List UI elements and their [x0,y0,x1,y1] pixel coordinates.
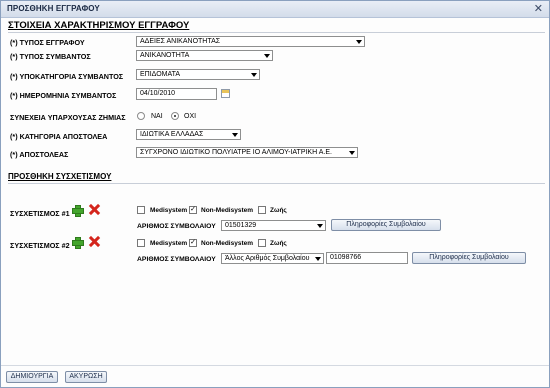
doc-type-value: ΑΔΕΙΕΣ ΑΝΙΚΑΝΟΤΗΤΑΣ [140,38,221,45]
contract-number-label: ΑΡΙΘΜΟΣ ΣΥΜΒΟΛΑΙΟΥ [137,223,216,230]
contract-info-button[interactable]: Πληροφορίες Συμβολαίου [412,252,526,264]
non-medisystem-label: Non-Medisystem [201,207,254,214]
sender-value: ΣΥΓΧΡΟΝΟ ΙΔΙΩΤΙΚΟ ΠΟΛΥΙΑΤΡΕ ΙΟ ΑΛΙΜΟΥ-ΙΑ… [140,149,332,156]
contract-number-value: 01501329 [225,222,257,229]
link-1-label: ΣΥΣΧΕΤΙΣΜΟΣ #1 [10,209,70,218]
calendar-icon[interactable] [221,89,230,98]
close-icon[interactable]: ✕ [534,2,543,15]
event-type-select[interactable]: ΑΝΙΚΑΝΟΤΗΤΑ [136,50,273,61]
dropdown-arrow-icon [264,54,270,58]
contract-number-select[interactable]: Άλλος Αριθμός Συμβολαίου [221,253,324,264]
life-checkbox[interactable] [258,239,266,247]
add-icon[interactable] [72,205,84,217]
contract-number-label: ΑΡΙΘΜΟΣ ΣΥΜΒΟΛΑΙΟΥ [137,256,216,263]
life-label: Ζωής [270,207,287,214]
contract-number-input[interactable]: 01098766 [326,252,408,264]
contract-number-select[interactable]: 01501329 [221,220,326,231]
event-date-label: (*) ΗΜΕΡΟΜΗΝΙΑ ΣΥΜΒΑΝΤΟΣ [10,91,117,100]
dropdown-arrow-icon [356,40,362,44]
event-date-input[interactable]: 04/10/2010 [136,88,217,100]
damage-no-label: ΟΧΙ [184,113,197,120]
sender-select[interactable]: ΣΥΓΧΡΟΝΟ ΙΔΙΩΤΙΚΟ ΠΟΛΥΙΑΤΡΕ ΙΟ ΑΛΙΜΟΥ-ΙΑ… [136,147,358,158]
damage-yes-radio[interactable] [137,112,145,120]
contract-info-button[interactable]: Πληροφορίες Συμβολαίου [331,219,441,231]
delete-icon[interactable] [89,236,100,247]
dropdown-arrow-icon [232,133,238,137]
non-medisystem-checkbox[interactable]: ✓ [189,239,197,247]
doc-type-label: (*) ΤΥΠΟΣ ΕΓΓΡΑΦΟΥ [10,38,85,47]
medisystem-checkbox[interactable] [137,239,145,247]
link-section-title: ΠΡΟΣΘΗΚΗ ΣΥΣΧΕΤΙΣΜΟΥ [8,172,112,181]
title-bar[interactable]: ΠΡΟΣΘΗΚΗ ΕΓΓΡΑΦΟΥ ✕ [1,1,549,18]
subcategory-value: ΕΠΙΔΟΜΑΤΑ [140,71,181,78]
medisystem-label: Medisystem [150,240,188,247]
non-medisystem-label: Non-Medisystem [201,240,254,247]
section-divider [8,32,545,33]
doc-type-select[interactable]: ΑΔΕΙΕΣ ΑΝΙΚΑΝΟΤΗΤΑΣ [136,36,365,47]
non-medisystem-checkbox[interactable]: ✓ [189,206,197,214]
link-2-label: ΣΥΣΧΕΤΙΣΜΟΣ #2 [10,241,70,250]
medisystem-checkbox[interactable] [137,206,145,214]
cancel-button[interactable]: ΑΚΥΡΩΣΗ [65,371,107,383]
footer-divider [1,365,549,366]
sender-category-select[interactable]: ΙΔΙΩΤΙΚΑ ΕΛΛΑΔΑΣ [136,129,241,140]
sender-category-label: (*) ΚΑΤΗΓΟΡΙΑ ΑΠΟΣΤΟΛΕΑ [10,132,108,141]
damage-yes-label: ΝΑΙ [151,113,163,120]
dropdown-arrow-icon [349,151,355,155]
create-button[interactable]: ΔΗΜΙΟΥΡΓΙΑ [6,371,58,383]
life-label: Ζωής [270,240,287,247]
dropdown-arrow-icon [315,257,321,261]
event-type-value: ΑΝΙΚΑΝΟΤΗΤΑ [140,52,190,59]
dropdown-arrow-icon [317,224,323,228]
add-document-dialog: ΠΡΟΣΘΗΚΗ ΕΓΓΡΑΦΟΥ ✕ ΣΤΟΙΧΕΙΑ ΧΑΡΑΚΤΗΡΙΣΜ… [0,0,550,388]
sender-category-value: ΙΔΙΩΤΙΚΑ ΕΛΛΑΔΑΣ [140,131,204,138]
add-icon[interactable] [72,237,84,249]
doc-section-title: ΣΤΟΙΧΕΙΑ ΧΑΡΑΚΤΗΡΙΣΜΟΥ ΕΓΓΡΑΦΟΥ [8,20,190,31]
sender-label: (*) ΑΠΟΣΤΟΛΕΑΣ [10,150,69,159]
contract-number-value: Άλλος Αριθμός Συμβολαίου [225,255,310,262]
dialog-title: ΠΡΟΣΘΗΚΗ ΕΓΓΡΑΦΟΥ [7,4,100,13]
life-checkbox[interactable] [258,206,266,214]
damage-no-radio[interactable] [171,112,179,120]
subcategory-label: (*) ΥΠΟΚΑΤΗΓΟΡΙΑ ΣΥΜΒΑΝΤΟΣ [10,72,124,81]
subcategory-select[interactable]: ΕΠΙΔΟΜΑΤΑ [136,69,260,80]
delete-icon[interactable] [89,204,100,215]
dropdown-arrow-icon [251,73,257,77]
event-type-label: (*) ΤΥΠΟΣ ΣΥΜΒΑΝΤΟΣ [10,52,91,61]
section-divider [8,183,545,184]
medisystem-label: Medisystem [150,207,188,214]
damage-continuation-label: ΣΥΝΕΧΕΙΑ ΥΠΑΡΧΟΥΣΑΣ ΖΗΜΙΑΣ [10,113,126,122]
